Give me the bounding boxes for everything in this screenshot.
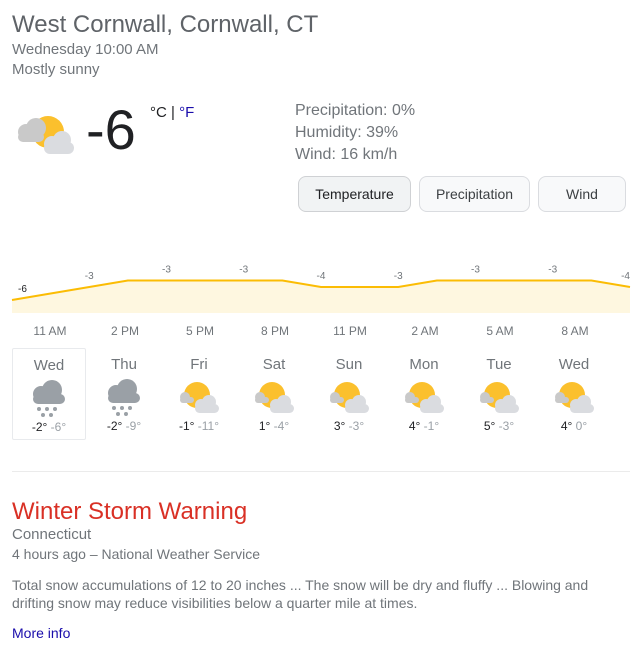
snow-icon (108, 379, 140, 416)
day-low: -4° (273, 419, 290, 433)
day-mon[interactable]: Mon 4° -1° (387, 348, 461, 440)
day-name: Sat (262, 356, 286, 373)
more-info-link[interactable]: More info (12, 625, 70, 641)
unit-celsius[interactable]: °C (150, 104, 167, 121)
temperature-data-label: -6 (18, 284, 27, 295)
location-title: West Cornwall, Cornwall, CT (12, 11, 319, 38)
sun-cloud-icon (555, 382, 594, 413)
hour-label: 11 PM (333, 324, 367, 338)
temperature-data-label: -4 (317, 271, 326, 282)
day-low: -11° (197, 419, 220, 433)
day-fri[interactable]: Fri -1° -11° (162, 348, 236, 440)
day-low: -3° (498, 419, 515, 433)
wind-stat: Wind: 16 km/h (295, 146, 398, 163)
day-name: Sun (335, 356, 363, 373)
current-temperature: -6 (86, 98, 136, 161)
hour-label: 2 PM (110, 324, 139, 338)
day-high: 5° (483, 419, 496, 433)
alert-region: Connecticut (12, 526, 92, 543)
day-name: Tue (486, 356, 512, 373)
sun-cloud-icon (180, 382, 219, 413)
day-wed-next[interactable]: Wed 4° 0° (537, 348, 611, 440)
day-thu[interactable]: Thu -2° -9° (87, 348, 161, 440)
temperature-data-label: -3 (162, 265, 171, 276)
current-datetime: Wednesday 10:00 AM (12, 41, 159, 58)
temperature-data-label: -3 (239, 265, 248, 276)
day-sun[interactable]: Sun 3° -3° (312, 348, 386, 440)
tab-temperature[interactable]: Temperature (298, 176, 411, 212)
current-condition: Mostly sunny (12, 61, 100, 78)
temperature-chart: -6 -3 -3 -3 -4 -3 -3 -3 -4 (11, 265, 630, 313)
alert-title: Winter Storm Warning (12, 498, 248, 525)
humidity-stat: Humidity: 39% (295, 124, 399, 141)
day-name: Mon (409, 356, 439, 373)
unit-fahrenheit[interactable]: °F (179, 104, 194, 121)
sun-cloud-icon (18, 116, 74, 154)
day-name: Fri (190, 356, 208, 373)
temperature-data-label: -3 (85, 271, 94, 282)
tab-precipitation[interactable]: Precipitation (419, 176, 530, 212)
day-name: Wed (558, 356, 590, 373)
day-high: 1° (258, 419, 271, 433)
hour-label: 8 PM (260, 324, 289, 338)
day-high: -2° (31, 420, 48, 434)
alert-source: 4 hours ago – National Weather Service (12, 546, 260, 562)
unit-separator: | (166, 104, 180, 121)
day-low: 0° (575, 419, 588, 433)
day-name: Thu (111, 356, 137, 373)
temperature-data-label: -4 (621, 271, 630, 282)
section-divider (12, 471, 630, 472)
hour-label: 8 AM (561, 324, 589, 338)
unit-toggle: °C | °F (150, 104, 194, 121)
day-high: 4° (408, 419, 421, 433)
day-wed[interactable]: Wed -2° -6° (12, 348, 86, 440)
day-high: -1° (178, 419, 195, 433)
hour-label: 5 AM (486, 324, 514, 338)
day-sat[interactable]: Sat 1° -4° (237, 348, 311, 440)
day-high: -2° (106, 419, 123, 433)
hour-label: 5 PM (185, 324, 214, 338)
day-name: Wed (33, 357, 65, 374)
day-low: -6° (50, 420, 67, 434)
sun-cloud-icon (480, 382, 519, 413)
day-low: -3° (348, 419, 365, 433)
temperature-data-label: -3 (471, 265, 480, 276)
day-low: -9° (125, 419, 142, 433)
hour-label: 2 AM (411, 324, 439, 338)
precipitation-stat: Precipitation: 0% (295, 102, 416, 119)
day-high: 4° (560, 419, 573, 433)
day-tue[interactable]: Tue 5° -3° (462, 348, 536, 440)
alert-body: Total snow accumulations of 12 to 20 inc… (12, 577, 589, 611)
day-low: -1° (423, 419, 440, 433)
sun-cloud-icon (330, 382, 369, 413)
sun-cloud-icon (405, 382, 444, 413)
day-high: 3° (333, 419, 346, 433)
temperature-data-label: -3 (548, 265, 557, 276)
temperature-data-label: -3 (394, 271, 403, 282)
snow-icon (33, 380, 65, 417)
hour-label: 11 AM (33, 324, 67, 338)
sun-cloud-icon (255, 382, 294, 413)
tab-wind[interactable]: Wind (538, 176, 626, 212)
